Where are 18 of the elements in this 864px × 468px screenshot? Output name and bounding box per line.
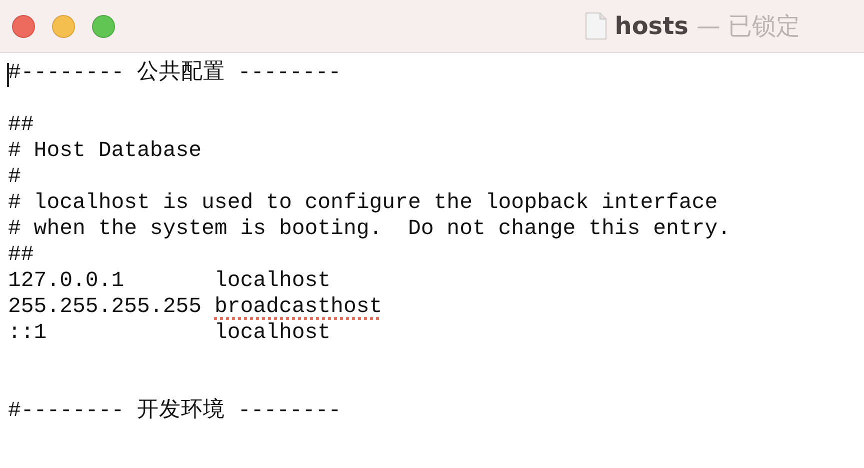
- code-line: #: [8, 164, 21, 190]
- code-line: ##: [8, 112, 34, 138]
- code-line: ::1 localhost: [8, 320, 331, 346]
- code-line: #-------- 公共配置 --------: [8, 60, 342, 86]
- minimize-button[interactable]: [52, 14, 75, 38]
- zoom-button[interactable]: [92, 14, 115, 38]
- code-line: # localhost is used to configure the loopback interface: [8, 190, 718, 216]
- code-line: # Host Database: [8, 138, 202, 164]
- close-button[interactable]: [12, 14, 35, 38]
- code-line: #-------- 开发环境 --------: [8, 398, 342, 424]
- code-line: # when the system is booting. Do not change this entry.: [8, 216, 731, 242]
- code-line: ##: [8, 242, 34, 268]
- document-icon: [584, 12, 607, 40]
- text-cursor: [7, 63, 9, 87]
- lock-status: — 已锁定: [696, 11, 800, 42]
- window-title: hosts: [614, 12, 688, 40]
- code-line: 127.0.0.1 localhost: [8, 268, 331, 294]
- code-line: 255.255.255.255 broadcasthost: [8, 294, 382, 320]
